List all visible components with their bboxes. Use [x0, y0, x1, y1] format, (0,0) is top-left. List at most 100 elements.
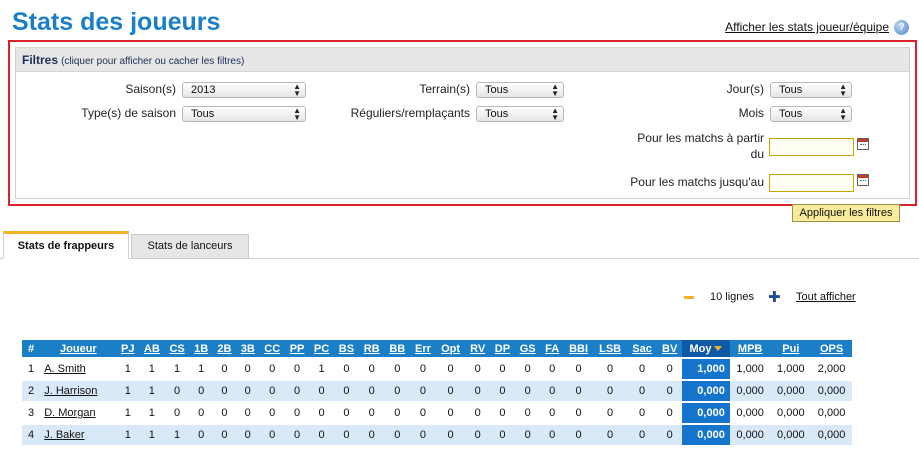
table-cell: 0	[447, 407, 454, 419]
column-header[interactable]: Err	[410, 340, 436, 357]
table-cell: J. Baker	[40, 425, 117, 445]
table-cell: 0	[657, 381, 683, 401]
help-icon[interactable]: ?	[894, 20, 909, 35]
table-cell: 0	[626, 381, 658, 401]
player-link[interactable]: J. Baker	[44, 429, 84, 441]
column-header: #	[22, 340, 41, 357]
table-cell: 1	[28, 363, 35, 375]
column-header[interactable]: BV	[657, 340, 683, 357]
column-header-label: MPB	[737, 342, 763, 355]
column-header[interactable]: Moy	[682, 340, 730, 357]
column-header[interactable]: BS	[333, 340, 359, 357]
plus-icon[interactable]: ✚	[768, 288, 781, 306]
to-date-input[interactable]	[769, 174, 854, 192]
table-cell: 0	[474, 407, 481, 419]
table-cell: 1	[124, 363, 131, 375]
from-date-input[interactable]	[769, 138, 854, 156]
table-cell: 0,000	[729, 425, 771, 445]
table-cell: 0	[269, 407, 276, 419]
season-select[interactable]: 2013 ▲ ▼	[182, 82, 306, 98]
table-header-row: # Joueur PJ AB CS 1B 2B 3B CC PP PC BS RB BB Err Opt RV D…	[22, 340, 852, 357]
table-cell: D. Morgan	[40, 403, 116, 423]
table-cell: 0	[593, 381, 627, 401]
column-header[interactable]: AB	[139, 340, 165, 357]
column-header[interactable]: Joueur	[40, 340, 117, 357]
column-header[interactable]: RB	[358, 340, 385, 357]
table-cell: 0	[524, 363, 531, 375]
from-date-label: Pour les matchs à partir du	[637, 131, 764, 161]
player-link[interactable]: A. Smith	[44, 363, 86, 375]
filters-toggle-header[interactable]: Filtres (cliquer pour afficher ou cacher…	[16, 48, 909, 72]
table-cell: 0	[666, 407, 673, 419]
column-header[interactable]: PP	[285, 340, 310, 357]
calendar-icon[interactable]	[857, 138, 869, 150]
table-cell: A. Smith	[40, 359, 116, 379]
column-header-label: Opt	[441, 342, 461, 355]
table-cell: 2	[22, 381, 41, 401]
column-header[interactable]: BB	[384, 340, 411, 357]
regulars-select-value: Tous	[485, 108, 509, 120]
table-cell: 0	[514, 381, 541, 401]
column-header-label: Err	[414, 342, 431, 355]
column-header[interactable]: BBI	[563, 340, 594, 357]
column-header[interactable]: LSB	[593, 340, 627, 357]
column-header[interactable]: GS	[514, 340, 541, 357]
month-select[interactable]: Tous ▲ ▼	[770, 106, 852, 122]
column-header[interactable]: Pui	[770, 340, 812, 357]
season-select-value: 2013	[191, 84, 216, 96]
column-header[interactable]: MPB	[729, 340, 771, 357]
table-cell: 0	[575, 407, 582, 419]
table-cell: 0	[549, 407, 556, 419]
column-header[interactable]: 3B	[236, 340, 260, 357]
table-cell: 0	[285, 381, 310, 401]
minus-icon[interactable]	[684, 296, 694, 299]
table-cell: 0	[499, 363, 506, 375]
column-header-label: GS	[519, 342, 536, 355]
calendar-icon[interactable]	[857, 174, 869, 186]
column-header[interactable]: Sac	[626, 340, 658, 357]
column-header-label: CS	[169, 342, 185, 355]
column-header[interactable]: DP	[489, 340, 515, 357]
season-type-select[interactable]: Tous ▲ ▼	[182, 106, 306, 122]
table-cell: 0	[294, 363, 301, 375]
column-header[interactable]: Opt	[435, 340, 466, 357]
day-select[interactable]: Tous ▲ ▼	[770, 82, 852, 98]
month-select-value: Tous	[779, 108, 803, 120]
column-header[interactable]: RV	[465, 340, 490, 357]
tab-batting-stats[interactable]: Stats de frappeurs	[3, 231, 129, 259]
player-link[interactable]: D. Morgan	[44, 407, 95, 419]
table-cell: 0	[394, 363, 401, 375]
column-header[interactable]: PJ	[116, 340, 140, 357]
table-cell: 1	[164, 425, 190, 445]
player-link[interactable]: J. Harrison	[44, 385, 97, 397]
tab-pitching-stats[interactable]: Stats de lanceurs	[131, 234, 249, 259]
column-header[interactable]: OPS	[811, 340, 852, 357]
column-header[interactable]: 1B	[189, 340, 213, 357]
table-cell: 0	[343, 363, 350, 375]
table-cell: 0	[540, 381, 564, 401]
column-header[interactable]: FA	[540, 340, 564, 357]
table-cell: 0	[221, 363, 228, 375]
table-cell: 1	[116, 425, 140, 445]
table-cell: 0	[164, 381, 190, 401]
player-team-stats-link[interactable]: Afficher les stats joueur/équipe	[725, 20, 889, 34]
table-cell: 0	[358, 425, 385, 445]
table-cell: 0	[259, 381, 286, 401]
table-cell: 0	[489, 381, 515, 401]
table-cell: 0	[189, 425, 213, 445]
table-cell: 0	[236, 425, 260, 445]
table-cell: 0	[244, 363, 251, 375]
column-header[interactable]: 2B	[212, 340, 237, 357]
table-cell: 0	[309, 381, 334, 401]
apply-filters-button[interactable]: Appliquer les filtres	[792, 204, 900, 222]
column-header[interactable]: PC	[309, 340, 334, 357]
field-select[interactable]: Tous ▲ ▼	[476, 82, 564, 98]
column-header[interactable]: CC	[259, 340, 286, 357]
column-header-label: Moy	[689, 342, 712, 355]
table-cell: 0,000	[811, 425, 852, 445]
table-cell: 0,000	[770, 425, 812, 445]
column-header[interactable]: CS	[164, 340, 190, 357]
table-cell: 3	[28, 407, 35, 419]
show-all-link[interactable]: Tout afficher	[796, 291, 856, 303]
regulars-select[interactable]: Tous ▲ ▼	[476, 106, 564, 122]
